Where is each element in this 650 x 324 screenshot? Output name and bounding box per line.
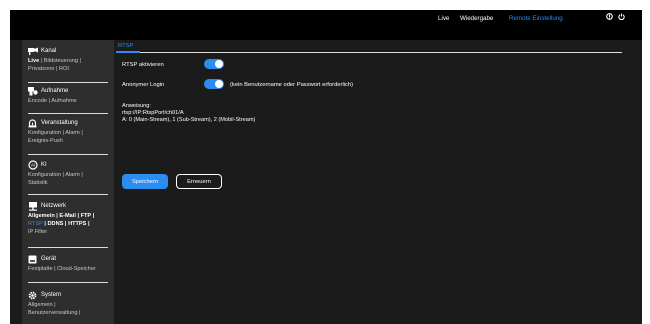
record-icon [28, 86, 38, 96]
sidebar-head-record[interactable]: Aufnahme [28, 86, 112, 96]
sidebar-title-record: Aufnahme [41, 88, 69, 94]
anonymous-login-toggle[interactable] [204, 79, 224, 89]
sidebar-group-network: Netzwerk Allgemein | E-Mail | FTP | RTSP… [28, 201, 112, 236]
ai-icon: AI [28, 160, 38, 170]
sidebar-group-event: Veranstaltung Konfiguration | Alarm | Er… [28, 118, 112, 145]
nav-live[interactable]: Live [438, 15, 449, 22]
anonymous-login-label: Anonymer Login [122, 82, 165, 88]
sidebar-link-https[interactable]: HTTPS [68, 221, 86, 227]
sidebar-link-event-push[interactable]: Ereignis-Push [28, 138, 63, 144]
svg-text:AI: AI [31, 163, 35, 168]
sidebar-divider [28, 113, 108, 114]
sidebar-link-ftp[interactable]: FTP [81, 213, 91, 219]
sidebar-title-channel: Kanal [41, 48, 57, 54]
alarm-icon [28, 118, 38, 128]
sidebar-group-record: Aufnahme Encode | Aufnahme [28, 86, 112, 105]
sidebar-link-email[interactable]: E-Mail [59, 213, 75, 219]
refresh-button[interactable]: Erneuern [176, 174, 222, 189]
sidebar-head-device[interactable]: Gerät [28, 254, 112, 264]
sidebar-link-general[interactable]: Allgemein [28, 302, 53, 308]
sidebar-head-channel[interactable]: Kanal [28, 46, 112, 56]
sidebar-head-network[interactable]: Netzwerk [28, 201, 112, 211]
sidebar-link-privacy-zone[interactable]: Privatzone [28, 66, 54, 72]
tab-rtsp[interactable]: RTSP [118, 43, 133, 49]
sidebar-divider [28, 82, 108, 83]
sidebar-link-encode[interactable]: Encode [28, 98, 47, 104]
power-icon[interactable] [618, 13, 625, 20]
sidebar-group-device: Gerät Festplatte | Cloud-Speicher [28, 254, 112, 273]
sidebar-divider [28, 194, 108, 195]
sidebar-link-configuration[interactable]: Konfiguration [28, 172, 61, 178]
sidebar-head-system[interactable]: System [28, 290, 112, 300]
sidebar-group-channel: Kanal Live | Bildsteuerung | Privatzone … [28, 46, 112, 73]
sidebar-title-ai: KI [41, 162, 47, 168]
sidebar-link-user-management[interactable]: Benutzerverwaltung [28, 310, 77, 316]
toggle-knob [215, 60, 223, 68]
content-panel: RTSP RTSP aktivieren Anonymer Login (kei… [114, 40, 634, 324]
sidebar-divider [28, 282, 108, 283]
sidebar-link-rtsp[interactable]: RTSP [28, 221, 43, 227]
sidebar-title-event: Veranstaltung [41, 120, 78, 126]
rtsp-enable-toggle[interactable] [204, 59, 224, 69]
nav-remote-settings[interactable]: Remote Einstellung [509, 15, 563, 22]
sidebar-link-general[interactable]: Allgemein [28, 213, 55, 219]
sidebar-title-device: Gerät [41, 256, 57, 262]
sidebar-link-ddns[interactable]: DDNS [48, 221, 64, 227]
sidebar-group-ai: AI KI Konfiguration | Alarm | Statistik [28, 160, 112, 187]
sidebar-title-network: Netzwerk [41, 203, 67, 209]
toggle-knob [215, 80, 223, 88]
sidebar-link-configuration[interactable]: Konfiguration [28, 130, 61, 136]
sidebar-link-cloud-storage[interactable]: Cloud-Speicher [57, 266, 96, 272]
tab-active-indicator [116, 51, 140, 53]
nav-playback[interactable]: Wiedergabe [460, 15, 493, 22]
instruction-url: rtsp://IP:RtspPort/ch01/A [122, 110, 184, 116]
tab-divider [140, 52, 622, 53]
rtsp-enable-label: RTSP aktivieren [122, 62, 164, 68]
sidebar-divider [28, 154, 108, 155]
sidebar-link-ip-filter[interactable]: IP Filter [28, 229, 47, 235]
sidebar-link-image-control[interactable]: Bildsteuerung [44, 58, 78, 64]
sidebar-link-recording[interactable]: Aufnahme [51, 98, 77, 104]
sidebar: Kanal Live | Bildsteuerung | Privatzone … [22, 40, 114, 324]
sidebar-head-ai[interactable]: AI KI [28, 160, 112, 170]
network-icon [28, 201, 38, 211]
instruction-title: Anweisung: [122, 103, 151, 109]
info-icon[interactable] [606, 13, 613, 20]
sidebar-link-alarm[interactable]: Alarm [65, 130, 80, 136]
disk-icon [28, 255, 38, 264]
camera-icon [28, 47, 38, 56]
sidebar-link-alarm[interactable]: Alarm [65, 172, 80, 178]
sidebar-divider [28, 247, 108, 248]
system-gear-icon [28, 291, 38, 300]
sidebar-link-live[interactable]: Live [28, 58, 39, 64]
sidebar-group-system: System Allgemein | Benutzerverwaltung | [28, 290, 112, 317]
anonymous-login-hint: (kein Benutzername oder Passwort erforde… [230, 82, 354, 88]
sidebar-title-system: System [41, 292, 62, 298]
instruction-streams: A: 0 (Main-Stream), 1 (Sub-Stream), 2 (M… [122, 117, 256, 123]
sidebar-link-roi[interactable]: ROI [59, 66, 69, 72]
sidebar-link-hard-disk[interactable]: Festplatte [28, 266, 53, 272]
save-button[interactable]: Speichern [122, 174, 168, 189]
sidebar-link-statistics[interactable]: Statistik [28, 180, 48, 186]
sidebar-head-event[interactable]: Veranstaltung [28, 118, 112, 128]
